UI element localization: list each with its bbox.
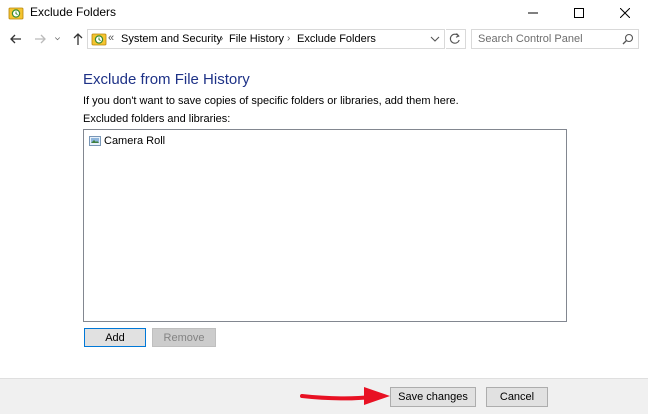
excluded-folders-list[interactable]: Camera Roll: [83, 129, 567, 322]
refresh-button[interactable]: [446, 29, 466, 49]
back-arrow-icon[interactable]: [8, 31, 24, 47]
maximize-button[interactable]: [556, 0, 602, 25]
search-icon[interactable]: [622, 33, 634, 45]
cancel-button[interactable]: Cancel: [486, 387, 548, 407]
list-item[interactable]: Camera Roll: [89, 134, 165, 148]
file-history-icon: [8, 7, 24, 20]
address-dropdown-icon[interactable]: [428, 33, 442, 45]
up-arrow-icon[interactable]: [70, 31, 86, 47]
excluded-list-label: Excluded folders and libraries:: [83, 113, 231, 125]
recent-locations-chevron-icon[interactable]: [53, 31, 65, 47]
search-input[interactable]: Search Control Panel: [471, 29, 639, 49]
title-bar: Exclude Folders: [0, 0, 648, 25]
breadcrumb-separator-icon[interactable]: ›: [220, 33, 223, 44]
red-arrow-icon: [300, 387, 390, 405]
minimize-icon: [528, 12, 538, 13]
breadcrumb-system-and-security[interactable]: System and Security: [121, 33, 222, 45]
window-title: Exclude Folders: [30, 5, 117, 19]
remove-button[interactable]: Remove: [152, 328, 216, 347]
forward-arrow-icon[interactable]: [32, 31, 48, 47]
breadcrumb-overflow-icon[interactable]: «: [108, 32, 114, 44]
breadcrumb-exclude-folders[interactable]: Exclude Folders: [297, 33, 376, 45]
minimize-button[interactable]: [510, 0, 556, 25]
add-button[interactable]: Add: [84, 328, 146, 347]
navigation-bar: « System and Security › File History › E…: [0, 26, 648, 54]
breadcrumb-file-history[interactable]: File History: [229, 33, 284, 45]
control-panel-icon: [91, 33, 107, 46]
pictures-library-icon: [89, 136, 101, 146]
close-icon: [620, 7, 630, 18]
list-item-label: Camera Roll: [104, 135, 166, 147]
page-title: Exclude from File History: [83, 71, 250, 88]
page-description: If you don't want to save copies of spec…: [83, 95, 459, 107]
refresh-icon: [449, 33, 460, 44]
search-placeholder: Search Control Panel: [478, 33, 583, 45]
breadcrumb-separator-icon[interactable]: ›: [287, 33, 290, 44]
save-changes-button[interactable]: Save changes: [390, 387, 476, 407]
maximize-icon: [574, 7, 584, 18]
close-button[interactable]: [602, 0, 648, 25]
address-bar[interactable]: « System and Security › File History › E…: [87, 29, 445, 49]
